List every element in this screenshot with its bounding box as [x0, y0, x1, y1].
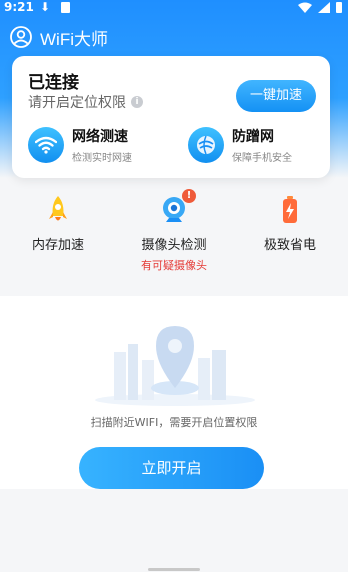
camera-icon: !: [156, 189, 196, 228]
download-icon: ⬇: [40, 0, 51, 14]
feature-title: 网络测速: [72, 129, 128, 145]
feature-anti-freeload[interactable]: 防蹭网 保障手机安全: [188, 126, 292, 164]
feature-speed-test[interactable]: 网络测速 检测实时网速: [28, 126, 132, 164]
shield-globe-icon: [188, 127, 224, 163]
feature-title: 防蹭网: [232, 129, 274, 145]
location-permission-hint[interactable]: 请开启定位权限 i: [28, 92, 143, 112]
enable-location-button[interactable]: 立即开启: [79, 447, 264, 489]
wifi-signal-icon: [298, 2, 312, 13]
status-time: 9:21: [4, 0, 34, 14]
suspicious-camera-warning: 有可疑摄像头: [141, 259, 207, 272]
tool-power-saving[interactable]: 极致省电: [232, 192, 348, 253]
tool-label: 摄像头检测: [141, 238, 207, 253]
app-bar: WiFi大师: [10, 24, 108, 50]
one-click-speedup-button[interactable]: 一键加速: [236, 80, 316, 112]
tool-label: 内存加速: [31, 238, 84, 253]
connection-card: 已连接 请开启定位权限 i 一键加速 网络测速 检测实时网速 防蹭网 保障手机安…: [12, 56, 330, 178]
user-avatar-icon[interactable]: [10, 26, 32, 48]
wifi-icon: [28, 127, 64, 163]
gesture-nav-bar[interactable]: [148, 568, 200, 571]
scan-permission-message: 扫描附近WIFI，需要开启位置权限: [90, 416, 258, 429]
sd-card-icon: [61, 2, 70, 13]
location-illustration: [95, 326, 255, 406]
hint-text: 请开启定位权限: [28, 95, 126, 111]
feature-subtitle: 检测实时网速: [72, 153, 132, 164]
tool-memory-boost[interactable]: 内存加速: [0, 192, 116, 253]
status-bar: 9:21 ⬇: [0, 0, 348, 16]
battery-status-icon: [336, 2, 342, 13]
alert-badge: !: [182, 189, 196, 203]
connection-status: 已连接: [28, 73, 79, 93]
cell-signal-icon: [318, 2, 330, 13]
wifi-scan-panel: 扫描附近WIFI，需要开启位置权限 立即开启: [0, 296, 348, 489]
feature-subtitle: 保障手机安全: [232, 153, 292, 164]
app-title: WiFi大师: [40, 29, 108, 49]
tool-label: 极致省电: [263, 238, 316, 253]
tools-row: 内存加速 ! 摄像头检测 有可疑摄像头 极致省电: [0, 189, 348, 276]
battery-icon: [272, 192, 308, 228]
tool-camera-detect[interactable]: ! 摄像头检测 有可疑摄像头: [116, 189, 232, 273]
info-icon[interactable]: i: [131, 96, 143, 108]
rocket-icon: [40, 192, 76, 228]
